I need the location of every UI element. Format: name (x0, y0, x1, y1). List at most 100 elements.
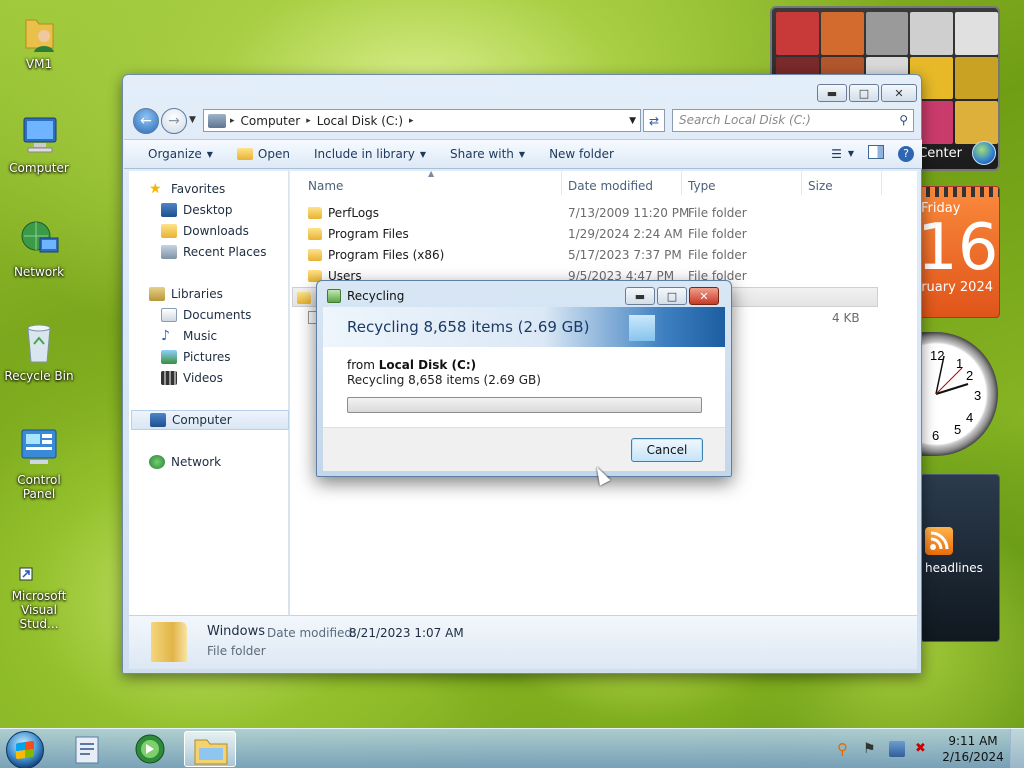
desktop-icon-computer[interactable]: Computer (0, 112, 78, 175)
dialog-footer: Cancel (323, 427, 725, 471)
desktop-icon-control-panel[interactable]: Control Panel (0, 424, 78, 501)
desktop-icon-label: VM1 (25, 57, 53, 71)
chevron-down-icon: ▼ (847, 149, 854, 158)
calendar-rings (917, 187, 999, 197)
column-separator[interactable] (561, 171, 562, 195)
column-separator[interactable] (681, 171, 682, 195)
close-button[interactable]: ✕ (689, 287, 719, 305)
arrow-left-icon: ← (140, 113, 152, 129)
view-options-button[interactable]: ☰ ▼ (831, 147, 854, 161)
share-with-button[interactable]: Share with ▼ (438, 147, 537, 161)
desktop-icon-recycle-bin[interactable]: Recycle Bin (0, 320, 78, 383)
column-header-size[interactable]: Size (808, 179, 833, 193)
help-button[interactable]: ? (898, 145, 914, 162)
chevron-down-icon: ▼ (419, 149, 426, 159)
computer-icon (150, 413, 166, 427)
desktop-icon (161, 203, 177, 217)
visual-studio-icon (16, 540, 62, 586)
open-button[interactable]: Open (225, 147, 302, 161)
desktop-icon-network[interactable]: Network (0, 216, 78, 279)
details-name: Windows (207, 624, 266, 639)
cancel-button[interactable]: Cancel (631, 438, 703, 462)
search-input[interactable]: Search Local Disk (C:) ⚲ (672, 109, 914, 132)
nav-computer[interactable]: Computer (131, 410, 289, 430)
table-row[interactable]: Program Files 1/29/2024 2:24 AM File fol… (304, 224, 880, 244)
row-name: Program Files (328, 227, 409, 241)
include-in-library-button[interactable]: Include in library ▼ (302, 147, 438, 161)
nav-documents-label: Documents (183, 308, 252, 322)
row-date: 7/13/2009 11:20 PM (568, 206, 690, 220)
folder-icon (297, 292, 311, 304)
media-center-label: Center (918, 146, 962, 161)
nav-libraries[interactable]: Libraries (149, 284, 307, 304)
column-header-type[interactable]: Type (688, 179, 716, 193)
calendar-month: ruary 2024 (921, 280, 993, 295)
computer-icon (16, 112, 62, 158)
nav-pictures-label: Pictures (183, 350, 231, 364)
command-bar: Organize ▼ Open Include in library ▼ Share… (124, 139, 922, 169)
forward-button[interactable]: → (161, 108, 187, 134)
volume-muted-icon[interactable]: ✖ (915, 741, 931, 757)
address-dropdown-icon[interactable]: ▼ (629, 116, 636, 126)
column-header-name[interactable]: Name (308, 179, 343, 193)
back-button[interactable]: ← (133, 108, 159, 134)
desktop-icon-visual-studio[interactable]: Microsoft Visual Stud... (0, 540, 78, 631)
row-date: 1/29/2024 2:24 AM (568, 227, 683, 241)
column-separator[interactable] (881, 171, 882, 195)
nav-network[interactable]: Network (149, 452, 307, 472)
new-folder-button[interactable]: New folder (537, 147, 626, 161)
chevron-down-icon: ▼ (518, 149, 526, 159)
row-type: File folder (688, 227, 747, 241)
taskbar-app-explorer[interactable] (184, 731, 236, 767)
clock-gadget[interactable]: 12 1 2 3 4 5 6 (916, 332, 1002, 458)
windows-logo-icon (16, 740, 34, 760)
progress-bar (347, 397, 702, 413)
row-name: Program Files (x86) (328, 248, 445, 262)
nav-favorites-label: Favorites (171, 182, 226, 196)
start-button[interactable] (6, 731, 44, 768)
close-button[interactable]: ✕ (881, 84, 917, 102)
taskbar-app-document[interactable] (62, 731, 114, 767)
network-tray-icon[interactable] (889, 741, 905, 757)
recent-pages-dropdown-icon[interactable]: ▼ (189, 115, 196, 125)
organize-button[interactable]: Organize ▼ (124, 147, 225, 161)
dialog-controls: ▬ □ ✕ (625, 287, 719, 305)
taskbar-app-media-center[interactable] (124, 731, 176, 767)
feed-headlines-gadget[interactable]: headlines (920, 474, 1000, 642)
breadcrumb-local-disk[interactable]: Local Disk (C:) (311, 114, 409, 128)
show-desktop-button[interactable] (1010, 729, 1024, 768)
pictures-icon (161, 350, 177, 364)
taskbar-date: 2/16/2024 (942, 750, 1004, 764)
breadcrumb-computer[interactable]: Computer (235, 114, 307, 128)
organize-label: Organize (148, 147, 202, 161)
table-row[interactable]: Program Files (x86) 5/17/2023 7:37 PM Fi… (304, 245, 880, 265)
dialog-from-label: from (347, 358, 375, 372)
action-center-flag-icon[interactable]: ⚑ (863, 741, 879, 757)
search-tray-icon[interactable]: ⚲ (837, 741, 853, 757)
maximize-icon: □ (858, 86, 870, 100)
nav-favorites[interactable]: ★ Favorites (149, 179, 307, 199)
address-row: ← → ▼ ▸ Computer ▸ Local Disk (C:) ▸ ▼ ⇄… (131, 107, 915, 135)
folder-icon (308, 207, 322, 219)
desktop-icon-vm1[interactable]: VM1 (0, 8, 78, 71)
search-placeholder: Search Local Disk (C:) (679, 113, 811, 127)
dialog-body: from Local Disk (C:) Recycling 8,658 ite… (323, 347, 725, 427)
table-row[interactable]: PerfLogs 7/13/2009 11:20 PM File folder (304, 203, 880, 223)
refresh-button[interactable]: ⇄ (643, 109, 665, 132)
taskbar-clock[interactable]: 9:11 AM 2/16/2024 (936, 733, 1010, 765)
address-bar[interactable]: ▸ Computer ▸ Local Disk (C:) ▸ ▼ (203, 109, 641, 132)
minimize-button[interactable]: ▬ (817, 84, 847, 102)
details-type: File folder (207, 644, 266, 658)
taskbar-time: 9:11 AM (948, 734, 998, 748)
calendar-gadget[interactable]: Friday 16 ruary 2024 (916, 186, 1000, 318)
maximize-button[interactable]: □ (657, 287, 687, 305)
minimize-button[interactable]: ▬ (625, 287, 655, 305)
search-icon[interactable]: ⚲ (899, 113, 908, 127)
dialog-subline: Recycling 8,658 items (2.69 GB) (347, 373, 541, 387)
chevron-right-icon[interactable]: ▸ (409, 116, 414, 126)
column-separator[interactable] (801, 171, 802, 195)
preview-pane-icon (868, 145, 884, 159)
column-header-date[interactable]: Date modified (568, 179, 653, 193)
maximize-button[interactable]: □ (849, 84, 879, 102)
preview-pane-button[interactable] (868, 145, 884, 162)
